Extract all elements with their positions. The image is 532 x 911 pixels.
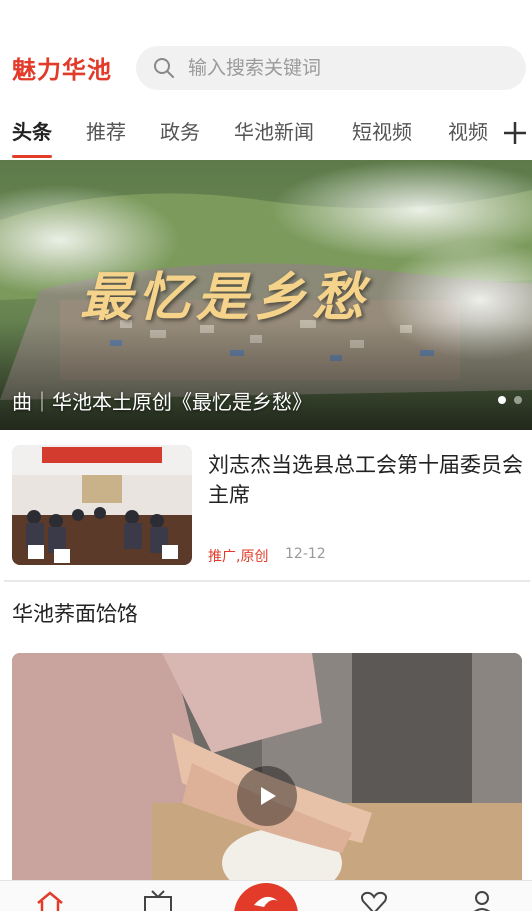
banner-carousel[interactable]: 最忆是乡愁 曲｜华池本土原创《最忆是乡愁》 bbox=[0, 160, 532, 430]
search-icon bbox=[154, 58, 174, 78]
news-thumbnail bbox=[12, 445, 192, 565]
news-title[interactable]: 刘志杰当选县总工会第十届委员会主席 bbox=[208, 450, 524, 510]
tab-huachi-news[interactable]: 华池新闻 bbox=[234, 116, 314, 156]
center-logo-icon[interactable] bbox=[234, 883, 298, 911]
tab-headlines[interactable]: 头条 bbox=[12, 116, 52, 158]
banner-caption: 曲｜华池本土原创《最忆是乡愁》 bbox=[12, 390, 312, 414]
bottom-navigation bbox=[0, 880, 532, 911]
list-divider bbox=[4, 580, 530, 582]
tab-video[interactable]: 视频 bbox=[448, 116, 488, 156]
carousel-dot bbox=[514, 396, 522, 404]
heart-icon[interactable] bbox=[358, 889, 390, 911]
app-header: 魅力华池 bbox=[0, 0, 532, 100]
carousel-indicator bbox=[498, 396, 522, 404]
app-logo[interactable]: 魅力华池 bbox=[12, 50, 112, 85]
center-logo-mark bbox=[254, 896, 278, 907]
news-tag: 推广,原创 bbox=[208, 549, 269, 565]
search-bar[interactable] bbox=[136, 46, 526, 90]
category-tabs: 头条 推荐 政务 华池新闻 短视频 视频 bbox=[0, 108, 532, 158]
tab-government[interactable]: 政务 bbox=[160, 116, 200, 156]
carousel-dot bbox=[498, 396, 506, 404]
search-input[interactable] bbox=[188, 57, 508, 79]
play-icon bbox=[261, 787, 276, 805]
news-date: 12-12 bbox=[285, 546, 326, 562]
news-list-item[interactable]: 刘志杰当选县总工会第十届委员会主席 推广,原创 12-12 bbox=[0, 432, 532, 582]
video-section-title[interactable]: 华池荞面饸饹 bbox=[12, 598, 138, 628]
add-tab-icon[interactable] bbox=[500, 118, 530, 148]
user-icon[interactable] bbox=[466, 889, 498, 911]
tv-icon[interactable] bbox=[142, 889, 174, 911]
tab-short-video[interactable]: 短视频 bbox=[352, 116, 412, 156]
banner-art-title: 最忆是乡愁 bbox=[80, 267, 371, 328]
video-card[interactable] bbox=[12, 653, 522, 893]
home-icon[interactable] bbox=[34, 889, 66, 911]
tab-recommend[interactable]: 推荐 bbox=[86, 116, 126, 156]
play-button[interactable] bbox=[237, 766, 297, 826]
